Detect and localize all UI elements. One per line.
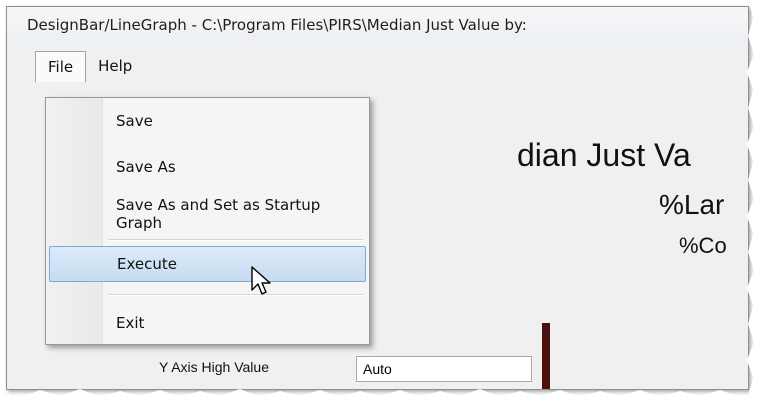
menu-item-exit-label: Exit xyxy=(116,314,145,332)
window-title: DesignBar/LineGraph - C:\Program Files\P… xyxy=(27,16,527,34)
torn-edge-bottom xyxy=(0,389,759,406)
chart-title: dian Just Va xyxy=(517,137,691,173)
chart-subtitle-1: %Lar xyxy=(659,189,725,220)
menu-item-execute-label: Execute xyxy=(117,255,177,273)
y-axis-high-input[interactable] xyxy=(356,356,532,382)
menu-help-label: Help xyxy=(98,57,133,75)
menu-item-save[interactable]: Save xyxy=(46,104,369,138)
menu-help[interactable]: Help xyxy=(86,51,144,81)
chart-bar xyxy=(542,323,550,389)
menu-item-save-as-label: Save As xyxy=(116,158,176,176)
torn-edge-right xyxy=(747,0,759,406)
menu-bar: File Help xyxy=(7,50,748,82)
menu-item-save-as[interactable]: Save As xyxy=(46,150,369,184)
menu-item-save-label: Save xyxy=(116,112,153,130)
menu-separator xyxy=(108,294,363,296)
menu-item-execute[interactable]: Execute xyxy=(49,246,366,282)
menu-separator xyxy=(108,239,363,241)
chart-subtitle-2: %Co xyxy=(679,233,727,258)
mouse-pointer-icon xyxy=(251,266,271,295)
menu-file[interactable]: File xyxy=(35,50,87,82)
menu-item-save-as-startup-label: Save As and Set as Startup Graph xyxy=(116,196,321,232)
menu-item-exit[interactable]: Exit xyxy=(46,306,369,340)
y-axis-high-label: Y Axis High Value xyxy=(159,359,269,375)
menu-item-save-as-startup[interactable]: Save As and Set as Startup Graph xyxy=(46,196,369,232)
menu-file-label: File xyxy=(48,57,74,76)
file-menu-dropdown: Save Save As Save As and Set as Startup … xyxy=(45,97,370,345)
title-bar: DesignBar/LineGraph - C:\Program Files\P… xyxy=(7,7,748,43)
